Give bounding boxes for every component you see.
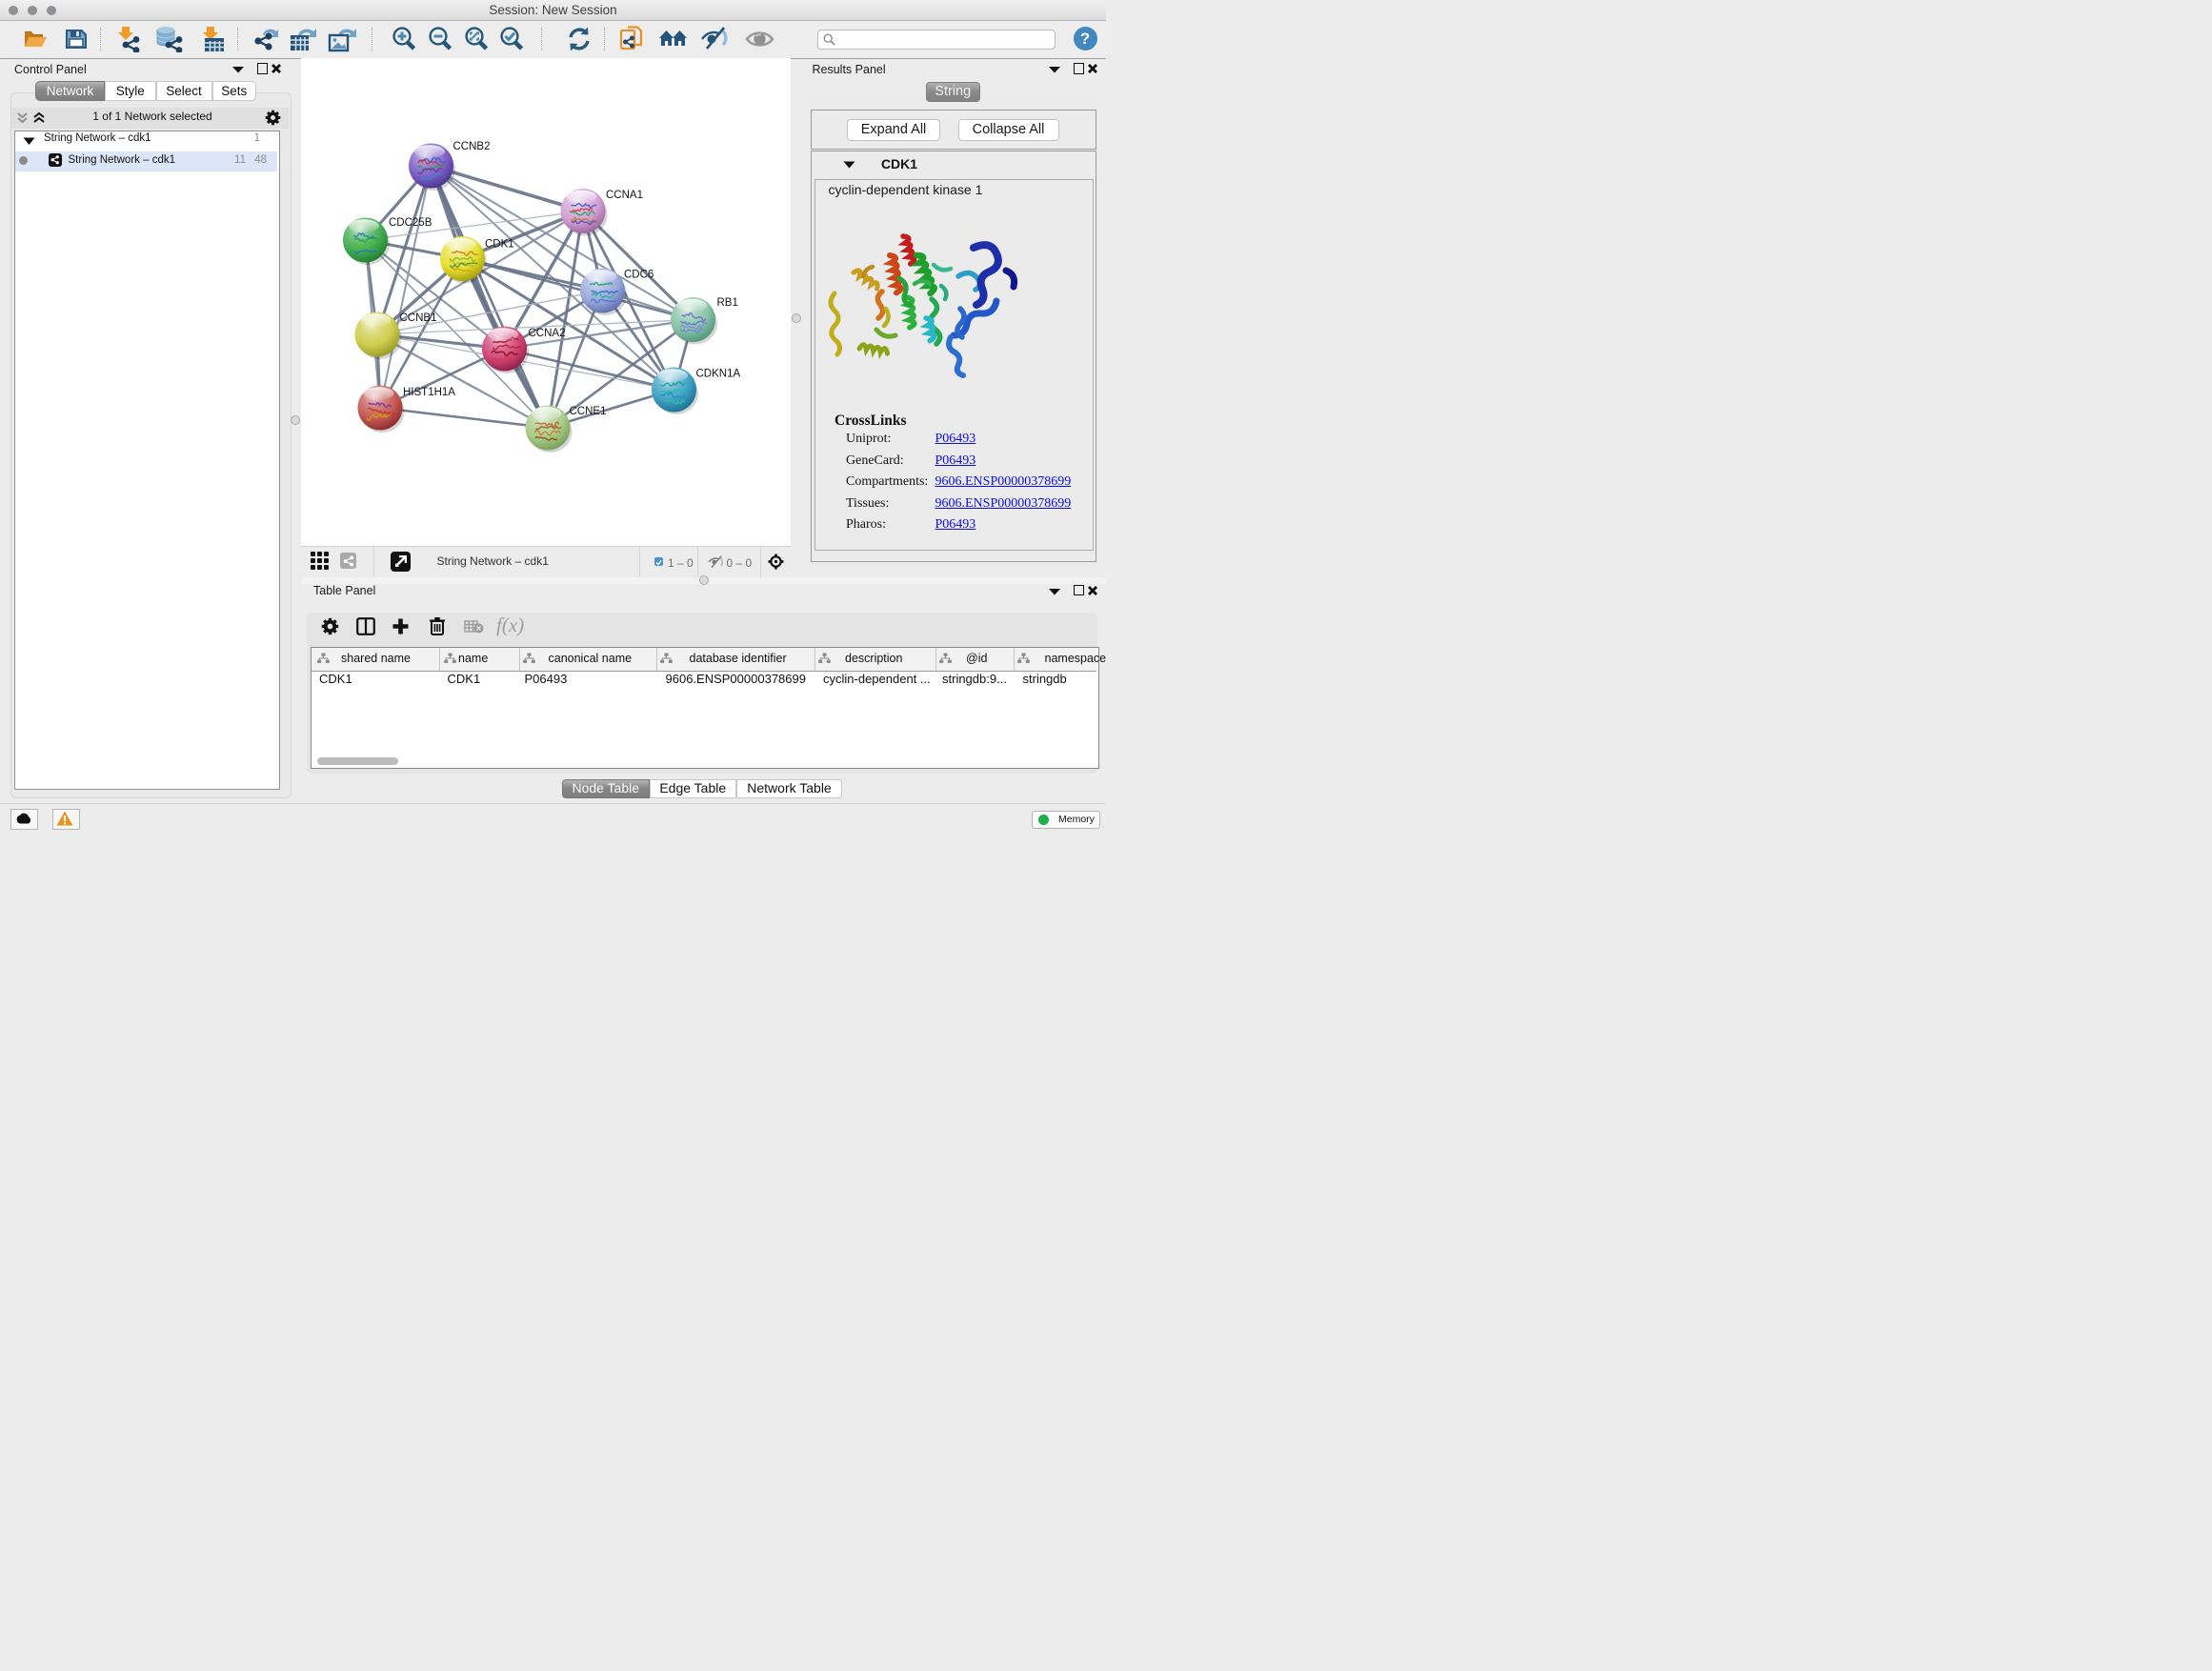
- svg-text:CCNB2: CCNB2: [452, 141, 490, 152]
- svg-text:CCNB1: CCNB1: [399, 312, 436, 324]
- svg-text:CDC6: CDC6: [624, 270, 654, 281]
- svg-text:CCNA2: CCNA2: [528, 328, 565, 339]
- svg-text:CDK1: CDK1: [485, 239, 514, 251]
- svg-text:CDKN1A: CDKN1A: [695, 369, 740, 380]
- svg-text:CCNE1: CCNE1: [569, 406, 606, 417]
- svg-text:RB1: RB1: [716, 297, 737, 309]
- svg-text:CCNA1: CCNA1: [606, 190, 643, 201]
- svg-text:HIST1H1A: HIST1H1A: [403, 387, 455, 398]
- svg-text:CDC25B: CDC25B: [389, 217, 432, 229]
